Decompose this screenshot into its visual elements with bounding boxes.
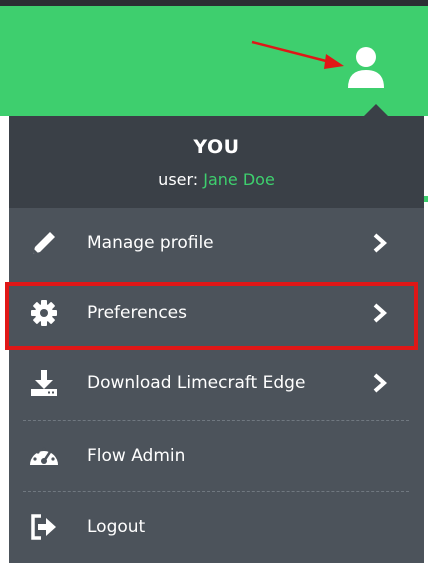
menu-item-label: Download Limecraft Edge (87, 373, 306, 393)
user-icon (348, 47, 384, 88)
user-prefix: user: (158, 170, 204, 189)
chevron-right-icon (373, 373, 388, 393)
pencil-icon (29, 228, 59, 258)
background-edge (424, 196, 428, 202)
download-icon (29, 368, 59, 398)
menu-item-manage-profile[interactable]: Manage profile (9, 208, 424, 278)
chevron-right-icon (373, 233, 388, 253)
user-line: user: Jane Doe (9, 170, 424, 189)
header-bar (0, 6, 428, 116)
user-avatar-button[interactable] (345, 44, 387, 90)
menu-item-download-limecraft-edge[interactable]: Download Limecraft Edge (9, 348, 424, 418)
menu-item-label: Flow Admin (87, 446, 186, 466)
menu-item-label: Logout (87, 517, 146, 537)
menu-title: YOU (193, 136, 240, 158)
annotation-highlight-box (5, 282, 418, 350)
menu-header: YOU user: Jane Doe (9, 116, 424, 208)
dashboard-icon (29, 441, 59, 471)
menu-item-flow-admin[interactable]: Flow Admin (9, 421, 424, 491)
user-name: Jane Doe (203, 170, 275, 189)
menu-item-logout[interactable]: Logout (9, 492, 424, 562)
menu-item-label: Manage profile (87, 233, 214, 253)
logout-icon (29, 512, 59, 542)
annotation-arrow (251, 40, 344, 69)
